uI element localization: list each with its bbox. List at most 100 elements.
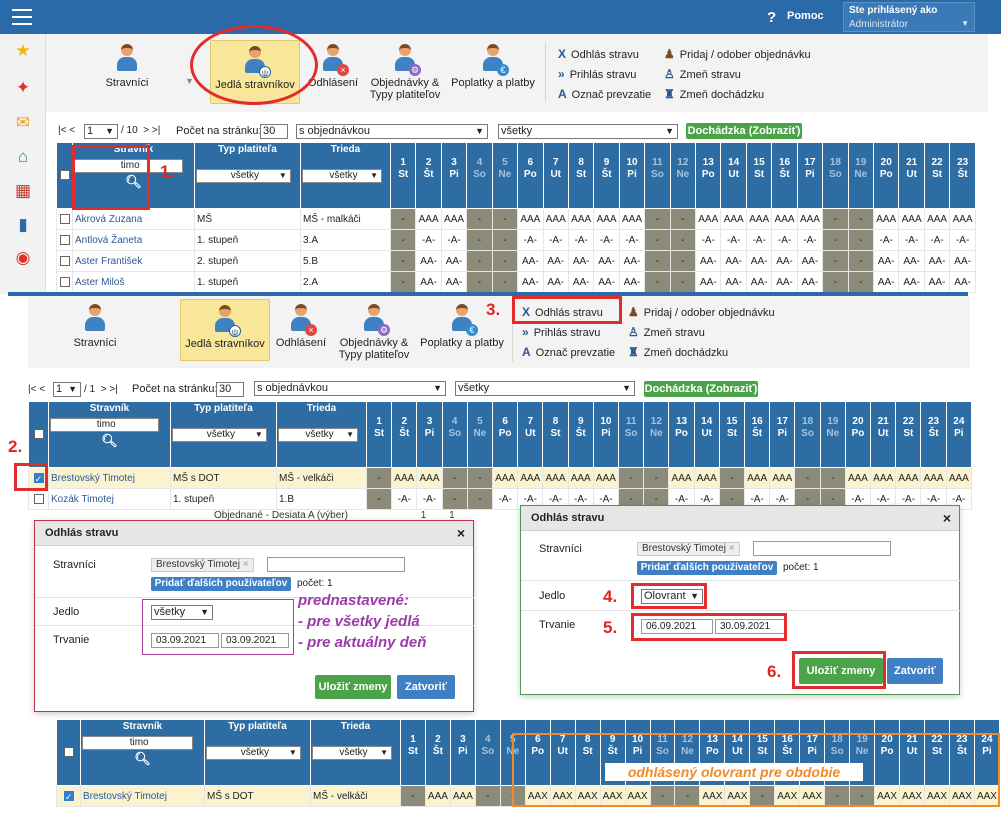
day-cell[interactable]: - xyxy=(644,271,671,293)
day-cell[interactable]: AAA xyxy=(796,208,824,230)
diner-name-link[interactable]: Akrová Zuzana xyxy=(75,214,142,225)
day-cell[interactable]: -A- xyxy=(898,229,925,251)
home-icon[interactable]: ⌂ xyxy=(14,148,32,166)
row-checkbox[interactable] xyxy=(59,255,70,266)
day-cell[interactable]: - xyxy=(466,229,493,251)
day-cell[interactable]: - xyxy=(669,271,697,293)
day-cell[interactable]: -A- xyxy=(567,229,595,251)
action-change-meal[interactable]: ♙ Zmeň stravu xyxy=(628,325,705,339)
day-cell[interactable]: AA- xyxy=(923,271,951,293)
day-cell[interactable]: - xyxy=(400,785,426,807)
day-cell[interactable]: AA- xyxy=(873,250,900,272)
day-cell[interactable]: - xyxy=(643,467,670,489)
diner-name-link[interactable]: Antlová Žaneta xyxy=(75,235,142,246)
day-cell[interactable]: AA- xyxy=(695,250,722,272)
day-cell[interactable]: AAA xyxy=(492,467,519,489)
day-cell[interactable]: AAA xyxy=(920,467,947,489)
hamburger-menu-icon[interactable] xyxy=(12,9,32,25)
table-row[interactable]: ✓ Brestovský Timotej MŠ s DOT MŠ - velkáči -… xyxy=(28,467,973,489)
day-cell[interactable]: AA- xyxy=(542,271,569,293)
day-cell[interactable]: -A- xyxy=(949,229,976,251)
day-cell[interactable]: - xyxy=(819,467,846,489)
day-cell[interactable]: - xyxy=(822,250,849,272)
day-cell[interactable]: -A- xyxy=(391,488,418,510)
day-cell[interactable]: AAA xyxy=(693,467,720,489)
class-filter-select[interactable]: všetky ▼ xyxy=(278,428,359,442)
order-filter-select[interactable]: s objednávkou ▼ xyxy=(254,381,446,396)
day-cell[interactable]: AAA xyxy=(949,208,976,230)
day-cell[interactable]: -A- xyxy=(415,229,442,251)
action-add-order[interactable]: ♟ Pridaj / odober objednávku xyxy=(628,305,775,319)
diner-name-link[interactable]: Aster Miloš xyxy=(75,277,124,288)
day-cell[interactable]: AAA xyxy=(440,208,468,230)
row-checkbox[interactable] xyxy=(59,234,70,245)
day-cell[interactable]: - xyxy=(466,208,493,230)
day-cell[interactable]: AAA xyxy=(449,785,476,807)
diner-name-link[interactable]: Aster František xyxy=(75,256,142,267)
day-cell[interactable]: AA- xyxy=(898,250,925,272)
search-icon[interactable]: 🔍︎ xyxy=(82,751,203,767)
day-cell[interactable]: - xyxy=(474,785,501,807)
day-cell[interactable]: -A- xyxy=(542,229,569,251)
day-cell[interactable]: - xyxy=(466,271,493,293)
day-cell[interactable]: AAA xyxy=(416,467,443,489)
day-cell[interactable]: AAA xyxy=(898,208,925,230)
day-cell[interactable]: - xyxy=(389,250,417,272)
add-users-button[interactable]: Pridať ďalších používateľov xyxy=(151,577,291,591)
table-row[interactable]: Aster František 2. stupeň 5.B - AA- AA- - - AA- A… xyxy=(56,250,976,272)
day-cell[interactable]: AA- xyxy=(567,250,595,272)
day-cell[interactable]: AAA xyxy=(593,208,620,230)
action-add-order[interactable]: ♟ Pridaj / odober objednávku xyxy=(664,47,811,61)
day-cell[interactable]: - xyxy=(365,488,393,510)
day-cell[interactable]: AA- xyxy=(440,250,468,272)
table-row[interactable]: Aster Miloš 1. stupeň 2.A - AA- AA- - - AA- AA- AA… xyxy=(56,271,976,293)
page-select[interactable]: 1 ▼ xyxy=(84,124,118,139)
day-cell[interactable]: -A- xyxy=(416,488,443,510)
close-icon[interactable]: × xyxy=(943,510,951,526)
day-cell[interactable]: -A- xyxy=(873,229,900,251)
day-cell[interactable]: AAA xyxy=(695,208,722,230)
day-cell[interactable]: AAA xyxy=(567,208,595,230)
calendar-grid-icon[interactable]: ▦ xyxy=(14,182,32,200)
day-cell[interactable]: -A- xyxy=(440,229,468,251)
add-users-button[interactable]: Pridať ďalších používateľov xyxy=(637,561,777,575)
day-cell[interactable]: AA- xyxy=(593,271,620,293)
day-cell[interactable]: AAA xyxy=(618,208,646,230)
day-cell[interactable]: AA- xyxy=(796,271,824,293)
select-all-checkbox[interactable] xyxy=(63,747,74,758)
day-cell[interactable]: -A- xyxy=(720,229,747,251)
per-page-input[interactable]: 30 xyxy=(216,382,244,397)
day-cell[interactable]: AA- xyxy=(618,271,646,293)
action-change-attendance[interactable]: ♜ Zmeň dochádzku xyxy=(628,345,728,359)
day-cell[interactable]: - xyxy=(847,229,875,251)
class-filter-select[interactable]: všetky ▼ xyxy=(312,746,393,760)
payer-filter-select[interactable]: všetky ▼ xyxy=(206,746,301,760)
day-cell[interactable]: - xyxy=(847,250,875,272)
diner-name-link[interactable]: Brestovský Timotej xyxy=(83,791,167,802)
day-cell[interactable]: -A- xyxy=(796,229,824,251)
day-cell[interactable]: AAA xyxy=(592,467,620,489)
day-cell[interactable]: - xyxy=(718,467,746,489)
day-cell[interactable]: AA- xyxy=(415,271,442,293)
diner-tag[interactable]: Brestovský Timotej × xyxy=(637,542,740,556)
day-cell[interactable]: - xyxy=(822,208,849,230)
tab-unsubscribed[interactable]: × Odhlásení xyxy=(273,304,329,358)
row-checkbox[interactable] xyxy=(33,493,44,504)
save-button[interactable]: Uložiť zmeny xyxy=(315,675,391,699)
help-link[interactable]: Pomoc xyxy=(787,10,824,22)
tab-payments[interactable]: € Poplatky a platby xyxy=(449,44,537,98)
action-subscribe[interactable]: » Prihlás stravu xyxy=(522,325,600,339)
user-menu[interactable]: Ste prihlásený ako Administrátor ▼ xyxy=(843,2,975,32)
action-change-meal[interactable]: ♙ Zmeň stravu xyxy=(664,67,741,81)
day-cell[interactable]: - xyxy=(365,467,393,489)
pager-next[interactable]: > xyxy=(143,125,149,136)
phone-icon[interactable]: ▮ xyxy=(14,216,32,234)
day-cell[interactable]: AAA xyxy=(542,467,569,489)
action-unsubscribe[interactable]: X Odhlás stravu xyxy=(558,47,639,61)
day-cell[interactable]: - xyxy=(389,229,417,251)
diner-search-input[interactable] xyxy=(267,557,405,572)
envelope-icon[interactable]: ✉ xyxy=(14,114,32,132)
close-icon[interactable]: × xyxy=(457,525,465,541)
day-cell[interactable]: - xyxy=(441,488,468,510)
day-cell[interactable]: - xyxy=(491,229,519,251)
